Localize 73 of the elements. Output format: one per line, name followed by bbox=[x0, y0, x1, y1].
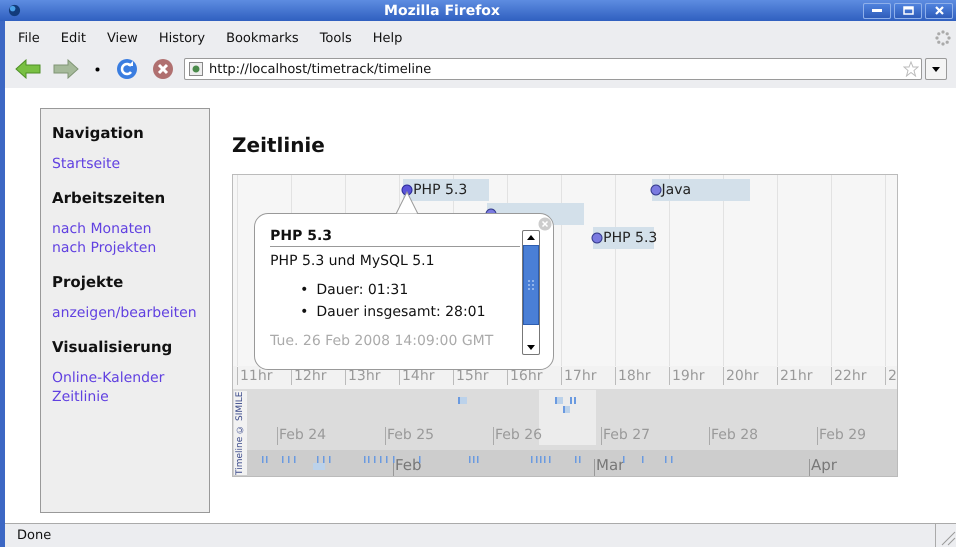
event-label[interactable]: PHP 5.3 bbox=[603, 228, 658, 248]
star-icon[interactable] bbox=[903, 61, 919, 77]
status-text: Done bbox=[5, 524, 936, 547]
menu-item[interactable]: Bookmarks bbox=[226, 30, 299, 46]
hour-label: 22hr bbox=[831, 367, 866, 385]
month-label: Feb bbox=[395, 456, 422, 474]
sidebar-link[interactable]: nach Projekten bbox=[52, 240, 156, 256]
scrollbar-thumb[interactable] bbox=[523, 245, 540, 325]
minimize-icon bbox=[872, 9, 882, 12]
sidebar-link[interactable]: anzeigen/bearbeiten bbox=[52, 305, 197, 321]
menu-item[interactable]: Edit bbox=[60, 30, 86, 46]
caret-icon bbox=[932, 66, 940, 72]
event-label[interactable]: PHP 5.3 bbox=[413, 180, 468, 200]
event-bar[interactable] bbox=[652, 179, 750, 201]
page-heading: Zeitlinie bbox=[232, 133, 326, 157]
section-heading: Arbeitszeiten bbox=[52, 189, 166, 207]
menu-item[interactable]: File bbox=[18, 30, 40, 46]
reload-button[interactable] bbox=[116, 58, 138, 80]
throbber-icon bbox=[935, 30, 951, 46]
day-label: Feb 27 bbox=[603, 427, 650, 443]
close-button[interactable] bbox=[925, 2, 953, 18]
popup-detail: Dauer insgesamt: 28:01 bbox=[316, 303, 486, 322]
address-field[interactable]: http://localhost/timetrack/timeline bbox=[184, 58, 922, 80]
hour-label: 20hr bbox=[723, 367, 758, 385]
hour-label: 2 bbox=[885, 367, 897, 385]
hour-label: 21hr bbox=[777, 367, 812, 385]
stop-button[interactable] bbox=[152, 58, 174, 80]
menu-item[interactable]: Help bbox=[372, 30, 402, 46]
credit-text: Timeline © SIMILE bbox=[234, 391, 247, 475]
page-icon bbox=[189, 62, 203, 76]
popup-description: PHP 5.3 und MySQL 5.1 bbox=[270, 253, 436, 269]
hour-label: 18hr bbox=[615, 367, 650, 385]
dropdown-button[interactable] bbox=[925, 58, 947, 80]
menu-item[interactable]: Tools bbox=[320, 30, 352, 46]
grip-icon bbox=[528, 280, 534, 290]
section-heading: Projekte bbox=[52, 273, 124, 291]
window-title: Mozilla Firefox bbox=[383, 2, 501, 18]
month-label: Mar bbox=[596, 456, 624, 474]
globe-icon bbox=[8, 4, 21, 17]
sidebar-link[interactable]: Zeitlinie bbox=[52, 389, 109, 405]
minimize-button[interactable] bbox=[863, 2, 891, 18]
day-label: Feb 25 bbox=[387, 427, 434, 443]
day-label: Feb 29 bbox=[819, 427, 866, 443]
sidebar-link[interactable]: Startseite bbox=[52, 156, 120, 172]
section-heading: Visualisierung bbox=[52, 338, 174, 356]
day-label: Feb 24 bbox=[279, 427, 326, 443]
popup-title: PHP 5.3 bbox=[270, 228, 520, 247]
event-bar[interactable] bbox=[593, 227, 654, 249]
maximize-icon bbox=[902, 6, 914, 15]
maximize-button[interactable] bbox=[894, 2, 922, 18]
menu-item[interactable]: History bbox=[158, 30, 206, 46]
sidebar-link[interactable]: nach Monaten bbox=[52, 221, 152, 237]
scrollbar[interactable] bbox=[522, 230, 540, 355]
day-label: Feb 26 bbox=[495, 427, 542, 443]
forward-button[interactable] bbox=[53, 59, 79, 79]
hour-label: 17hr bbox=[561, 367, 596, 385]
popup-date: Tue. 26 Feb 2008 14:09:00 GMT bbox=[270, 333, 494, 349]
menu-item[interactable]: View bbox=[106, 30, 138, 46]
month-label: Apr bbox=[811, 456, 837, 474]
bullet: • bbox=[300, 281, 308, 300]
popup-detail: Dauer: 01:31 bbox=[316, 281, 408, 300]
sidebar-link[interactable]: Online-Kalender bbox=[52, 370, 164, 386]
event-label[interactable]: Java bbox=[662, 180, 692, 200]
event-dot[interactable] bbox=[591, 232, 604, 244]
history-dropdown-icon[interactable] bbox=[95, 66, 100, 72]
bullet: • bbox=[300, 303, 308, 322]
event-bar[interactable] bbox=[403, 179, 490, 201]
event-dot[interactable] bbox=[650, 184, 662, 196]
section-heading: Navigation bbox=[52, 124, 145, 142]
close-icon bbox=[934, 6, 944, 15]
day-label: Feb 28 bbox=[711, 427, 758, 443]
back-button[interactable] bbox=[15, 59, 41, 79]
hour-label: 19hr bbox=[669, 367, 704, 385]
